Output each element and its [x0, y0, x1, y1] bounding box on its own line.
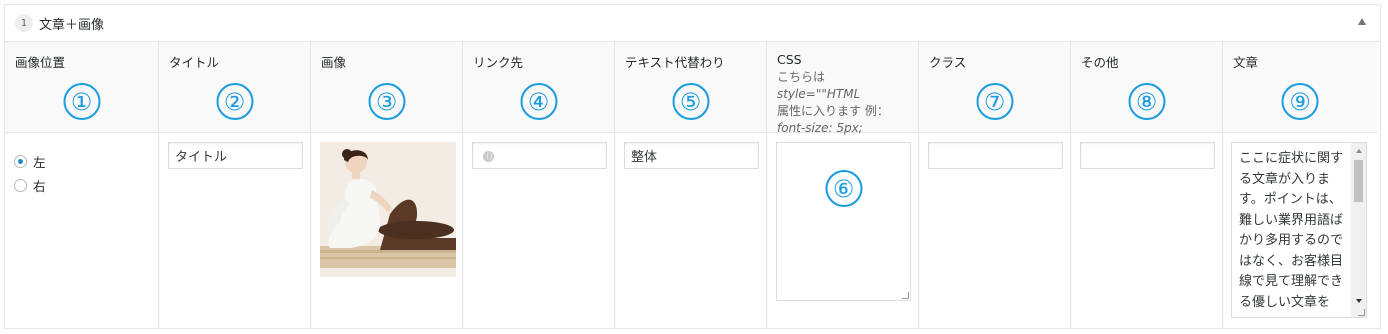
title-input[interactable]	[168, 142, 303, 169]
position-option-right[interactable]: 右	[14, 175, 149, 195]
radio-right-label: 右	[33, 178, 46, 194]
column-body	[615, 133, 766, 328]
column-label: CSS	[777, 52, 802, 67]
column-class: クラス ⑦	[919, 42, 1071, 328]
column-label: 画像	[321, 55, 347, 70]
marker-4: ④	[520, 83, 557, 120]
collapse-triangle-up-icon[interactable]	[1358, 18, 1366, 25]
field-grid: 画像位置 ① 左 右 タイトル ② タイトル 画像 ③ リンク先 ④ テキスト代…	[5, 42, 1380, 328]
column-body	[159, 133, 310, 328]
scroll-thumb[interactable]	[1354, 160, 1363, 202]
column-title: タイトル ②	[159, 42, 311, 328]
marker-6: ⑥	[825, 170, 862, 207]
column-header: その他 ⑧	[1071, 42, 1222, 133]
column-label: 文章	[1233, 55, 1259, 70]
article-textarea[interactable]: ここに症状に関する文章が入ります。ポイントは、難しい業界用語ばかり多用するのでは…	[1231, 142, 1367, 318]
column-label: テキスト代替わり	[625, 55, 725, 70]
column-header: 画像 ③	[311, 42, 462, 133]
column-alt-text: テキスト代替わり ⑤	[615, 42, 767, 328]
column-header: CSS こちらはstyle=""HTML 属性に入ります 例： font-siz…	[767, 42, 918, 135]
marker-8: ⑧	[1128, 83, 1165, 120]
column-image: 画像 ③	[311, 42, 463, 328]
scroll-down-arrow-icon[interactable]	[1356, 299, 1362, 303]
resize-handle-icon[interactable]	[1358, 309, 1365, 316]
article-scrollbar[interactable]	[1351, 143, 1366, 317]
massage-photo-illustration	[320, 142, 456, 277]
radio-left-label: 左	[33, 154, 46, 170]
column-label: リンク先	[473, 55, 524, 70]
column-header: 画像位置 ①	[5, 42, 158, 133]
radio-right[interactable]	[14, 178, 27, 192]
column-header: テキスト代替わり ⑤	[615, 42, 766, 133]
class-input[interactable]	[928, 142, 1063, 169]
column-article: 文章 ⑨ ここに症状に関する文章が入ります。ポイントは、難しい業界用語ばかり多用…	[1223, 42, 1377, 328]
panel-title: 文章＋画像	[39, 17, 105, 33]
marker-2: ②	[216, 83, 253, 120]
column-body	[311, 133, 462, 328]
marker-9: ⑨	[1281, 83, 1319, 120]
column-body: ⑥	[767, 133, 918, 328]
marker-7: ⑦	[976, 83, 1013, 120]
scroll-up-arrow-icon[interactable]	[1356, 149, 1362, 153]
column-image-position: 画像位置 ① 左 右	[5, 42, 159, 328]
custom-field-panel: 1 文章＋画像 画像位置 ① 左 右 タイトル ② タイトル 画像 ③ リンク先…	[4, 4, 1381, 329]
other-input[interactable]	[1080, 142, 1215, 169]
column-label: タイトル	[169, 55, 220, 70]
column-body: ここに症状に関する文章が入ります。ポイントは、難しい業界用語ばかり多用するのでは…	[1223, 133, 1377, 328]
marker-3: ③	[368, 83, 405, 120]
image-thumbnail[interactable]	[320, 142, 456, 277]
row-index-badge: 1	[15, 14, 33, 32]
column-other: その他 ⑧	[1071, 42, 1223, 328]
column-css: CSS こちらはstyle=""HTML 属性に入ります 例： font-siz…	[767, 42, 919, 328]
column-body	[919, 133, 1070, 328]
css-note-rest: 属性に入ります 例：	[777, 104, 889, 118]
marker-5: ⑤	[672, 83, 709, 120]
column-header: 文章 ⑨	[1223, 42, 1377, 133]
column-header: クラス ⑦	[919, 42, 1070, 133]
panel-header[interactable]: 1 文章＋画像	[5, 5, 1380, 42]
globe-icon	[483, 151, 494, 162]
alt-text-input[interactable]	[624, 142, 759, 169]
css-help-note: こちらはstyle=""HTML 属性に入ります 例： font-size: 5…	[777, 69, 908, 137]
column-label: 画像位置	[15, 55, 66, 70]
marker-1: ①	[63, 83, 100, 120]
link-field-wrap	[472, 142, 607, 169]
column-header: タイトル ②	[159, 42, 310, 133]
column-header: リンク先 ④	[463, 42, 614, 133]
position-option-left[interactable]: 左	[14, 151, 149, 171]
column-body	[1071, 133, 1222, 328]
css-note-prefix: こちらは	[777, 70, 826, 84]
column-label: クラス	[929, 55, 967, 70]
css-textarea[interactable]: ⑥	[776, 142, 911, 301]
column-body: 左 右	[5, 133, 158, 328]
resize-handle-icon[interactable]	[902, 292, 909, 299]
radio-left[interactable]	[14, 154, 27, 168]
column-link: リンク先 ④	[463, 42, 615, 328]
column-body	[463, 133, 614, 328]
css-note-italic: style=""HTML	[777, 87, 861, 101]
article-text: ここに症状に関する文章が入ります。ポイントは、難しい業界用語ばかり多用するのでは…	[1239, 151, 1344, 310]
column-label: その他	[1081, 55, 1119, 70]
